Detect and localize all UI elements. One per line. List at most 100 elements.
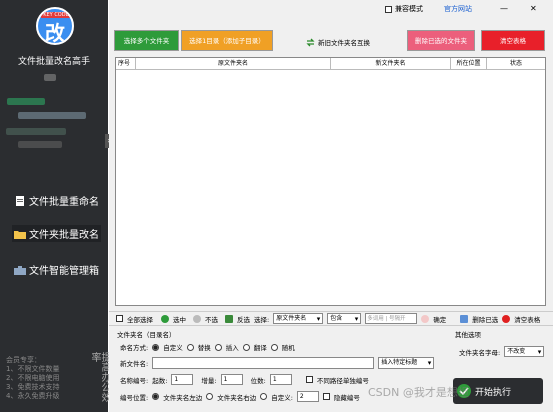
position-label: 编号位置: — [120, 393, 149, 402]
start-input[interactable]: 1 — [171, 374, 194, 385]
delete-icon — [460, 314, 469, 323]
column-header-index[interactable]: 序号 — [116, 58, 136, 70]
official-site-link[interactable]: 官方网站 — [444, 4, 472, 14]
position-right-radio[interactable] — [206, 393, 214, 400]
compat-mode[interactable]: 兼容模式 — [385, 4, 423, 14]
position-row: 编号位置: 文件夹名左边 文件夹名右边 自定义: 2 隐藏编号 — [120, 391, 360, 402]
benefit-line: 1、不限文件数量 — [6, 365, 60, 373]
column-header-new-name[interactable]: 新文件夹名 — [331, 58, 451, 70]
digits-input[interactable]: 1 — [269, 374, 292, 385]
hide-number-label: 隐藏编号 — [333, 393, 360, 402]
blurred-info — [18, 141, 62, 148]
delete-selected-folders-button[interactable]: 删除已选的文件夹 — [407, 30, 475, 51]
clear-table-small-button[interactable]: 清空表格 — [514, 314, 540, 324]
add-folders-button[interactable]: 选择多个文件夹 — [114, 30, 179, 51]
mode-option: 自定义 — [163, 344, 183, 352]
deselect-button[interactable]: 不选 — [205, 314, 218, 324]
mode-insert-radio[interactable] — [214, 343, 222, 351]
delete-selected-button[interactable]: 删除已选 — [472, 314, 498, 324]
logo-char: 改 — [45, 21, 65, 45]
column-header-location[interactable]: 所在位置 — [451, 58, 487, 70]
folder-icon — [14, 230, 26, 239]
swap-label: 新旧文件夹名互换 — [318, 39, 370, 47]
keyword-input[interactable]: 多词用 | 号隔开 — [365, 313, 418, 324]
app-name: 文件批量改名高手 — [17, 57, 90, 67]
benefit-line: 4、永久免费升级 — [6, 392, 60, 400]
member-benefits: 会员专享： 1、不限文件数量 2、不限电脑使用 3、免费技术支持 4、永久免费升… — [6, 356, 59, 401]
benefit-line: 3、免费技术支持 — [6, 383, 60, 391]
step-input[interactable]: 1 — [220, 374, 243, 385]
insert-title-select[interactable]: 插入特定标题 — [378, 357, 435, 369]
digits-label: 位数: — [250, 376, 266, 385]
start-button-label: 开始执行 — [475, 387, 512, 398]
mode-label: 命名方式: — [120, 344, 149, 352]
new-name-row: 新文件名: 插入特定标题 — [120, 357, 435, 369]
separate-numbering-label: 不同路径单独编号 — [316, 376, 369, 385]
position-option: 文件夹名左边 — [163, 393, 203, 402]
compat-checkbox[interactable] — [385, 5, 392, 13]
nav-item-file-rename[interactable]: 文件批量重命名 — [14, 193, 99, 208]
confirm-button[interactable]: 确定 — [433, 314, 446, 324]
select-all-checkbox[interactable] — [116, 315, 123, 322]
benefit-line: 会员专享： — [6, 356, 41, 364]
close-button[interactable]: ✕ — [530, 4, 537, 13]
swap-names-button[interactable]: 新旧文件夹名互换 — [306, 37, 370, 47]
match-select[interactable]: 包含 — [327, 313, 362, 324]
position-option: 文件夹名右边 — [217, 393, 257, 402]
position-custom-radio[interactable] — [260, 393, 268, 400]
check-icon — [161, 314, 169, 323]
column-header-status[interactable]: 状态 — [487, 58, 545, 70]
rename-section-title: 文件夹名（目录名） — [117, 331, 176, 339]
minimize-button[interactable]: — — [500, 4, 508, 13]
invert-icon — [225, 314, 233, 323]
nav-label: 文件夹批量改名 — [29, 230, 99, 241]
blurred-info — [7, 98, 45, 105]
mode-option: 随机 — [281, 344, 295, 352]
select-button[interactable]: 选中 — [173, 314, 186, 324]
blurred-info — [6, 128, 66, 135]
mode-translate-radio[interactable] — [242, 343, 250, 351]
filter-icon — [421, 314, 430, 323]
nav-item-toolbox[interactable]: 文件智能管理箱 — [14, 262, 99, 277]
select-all-label: 全部选择 — [127, 315, 153, 324]
position-left-radio[interactable] — [152, 393, 160, 400]
choose-label: 选择: — [254, 315, 270, 324]
uncheck-icon — [193, 314, 201, 323]
custom-position-input[interactable]: 2 — [296, 391, 319, 402]
mode-option: 替换 — [197, 344, 211, 352]
nav-item-folder-rename[interactable]: 文件夹批量改名 — [12, 225, 101, 242]
compat-label: 兼容模式 — [395, 5, 423, 13]
hide-number-checkbox[interactable] — [322, 393, 330, 400]
select-directory-button[interactable]: 选择1目录（添加子目录） — [181, 30, 273, 51]
separate-numbering-checkbox[interactable] — [305, 376, 313, 383]
divider — [109, 325, 553, 326]
new-name-input[interactable] — [152, 357, 375, 369]
slogan: 提高办公效率 — [89, 352, 110, 402]
selection-bar: 全部选择 选中 不选 反选 选择: 原文件夹名 包含 多词用 | 号隔开 确定 … — [116, 313, 540, 324]
mode-random-radio[interactable] — [270, 343, 278, 351]
clear-icon — [502, 314, 511, 323]
number-label: 名称编号: — [120, 376, 149, 385]
blurred-info — [44, 74, 56, 81]
mode-replace-radio[interactable] — [186, 343, 194, 351]
sidebar: KEY CODE 改 文件批量改名高手 文件批量重命名 文件夹批量改名 文件智能… — [0, 0, 110, 412]
column-header-original-name[interactable]: 原文件夹名 — [136, 58, 331, 70]
blurred-info — [18, 112, 86, 119]
swap-icon — [306, 38, 315, 46]
other-options-title: 其他选项 — [455, 331, 481, 339]
watermark: CSDN @我才是想坦 — [368, 386, 469, 399]
field-select[interactable]: 原文件夹名 — [273, 313, 324, 324]
divider — [109, 311, 553, 312]
mode-option: 插入 — [225, 344, 239, 352]
nav-label: 文件智能管理箱 — [29, 266, 99, 277]
case-row: 文件夹名字母: 不改变 — [459, 346, 545, 357]
folder-table[interactable]: 序号 原文件夹名 新文件夹名 所在位置 状态 — [115, 57, 546, 306]
number-row: 名称编号: 起数: 1 增量: 1 位数: 1 不同路径单独编号 — [120, 374, 369, 385]
invert-button[interactable]: 反选 — [237, 314, 250, 324]
position-option: 自定义: — [271, 393, 293, 402]
case-select[interactable]: 不改变 — [504, 346, 545, 357]
benefit-line: 2、不限电脑使用 — [6, 374, 60, 382]
mode-custom-radio[interactable] — [152, 343, 160, 351]
new-name-label: 新文件名: — [120, 360, 149, 368]
clear-table-button[interactable]: 清空表格 — [481, 30, 545, 51]
